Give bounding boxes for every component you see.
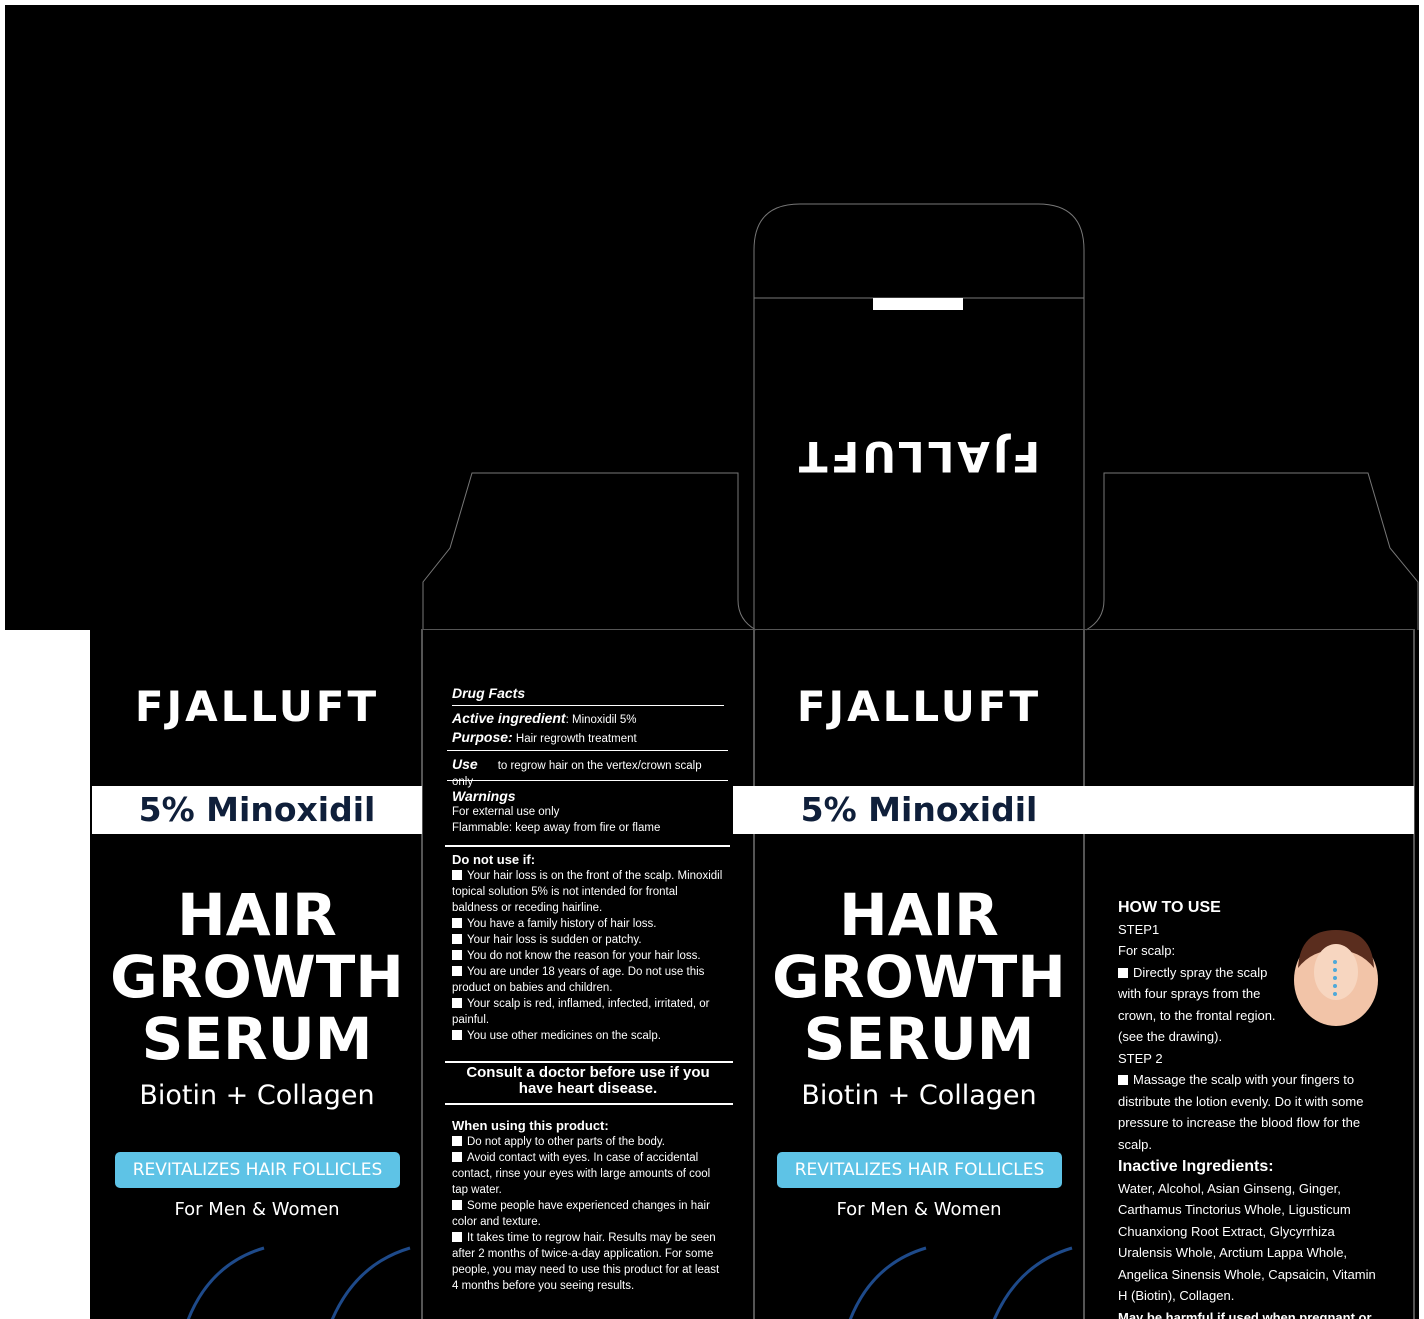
- list-item: You have a family history of hair loss.: [452, 916, 724, 932]
- active-ingredient-label: Active ingredient: [452, 710, 566, 726]
- warnings-line: Flammable: keep away from fire or flame: [452, 822, 661, 834]
- list-item: Your hair loss is on the front of the sc…: [452, 870, 723, 914]
- strength-label: 5% Minoxidil: [138, 790, 376, 829]
- checkbox-icon: [1118, 967, 1128, 978]
- step1-text: Directly spray the scalp with four spray…: [1118, 964, 1276, 1044]
- use-row: Use to regrow hair on the vertex/crown sc…: [452, 756, 724, 790]
- inactive-ingredients-text: Water, Alcohol, Asian Ginseng, Ginger, C…: [1118, 1180, 1376, 1304]
- product-title-line2: GROWTH: [110, 943, 404, 1011]
- audience-label: For Men & Women: [174, 1199, 340, 1220]
- drug-facts-rule: [452, 705, 724, 706]
- do-not-use-block: Do not use if: Your hair loss is on the …: [452, 852, 724, 1044]
- warnings-label: Warnings: [452, 788, 516, 804]
- active-ingredient: Active ingredient: Minoxidil 5%: [452, 710, 724, 728]
- when-using-block: When using this product: Do not apply to…: [452, 1118, 724, 1294]
- how-to-use-title: HOW TO USE: [1118, 899, 1221, 916]
- active-ingredient-value: : Minoxidil 5%: [565, 714, 637, 726]
- flipped-logo: FJALLUFT: [795, 432, 1041, 481]
- brand-logo: FJALLUFT: [796, 682, 1042, 731]
- list-item: You use other medicines on the scalp.: [452, 1028, 724, 1044]
- benefit-badge: REVITALIZES HAIR FOLLICLES: [115, 1152, 400, 1188]
- hair-swoosh-graphic: [848, 1246, 1073, 1319]
- product-title-line3: SERUM: [141, 1005, 373, 1073]
- right-dust-flap: [1085, 472, 1419, 631]
- checkbox-icon: [1118, 1075, 1128, 1085]
- drug-facts-rule: [447, 780, 728, 781]
- when-using-label: When using this product:: [452, 1118, 609, 1133]
- use-value: to regrow hair on the vertex/crown scalp…: [452, 760, 702, 788]
- purpose: Purpose: Hair regrowth treatment: [452, 729, 724, 747]
- checkbox-icon: [452, 966, 462, 976]
- checkbox-icon: [452, 1152, 462, 1162]
- use-label: Use: [452, 756, 478, 772]
- checkbox-icon: [452, 950, 462, 960]
- list-item: It takes time to regrow hair. Results ma…: [452, 1232, 720, 1292]
- hair-swoosh-graphic: [186, 1246, 411, 1319]
- inactive-ingredients: Inactive Ingredients: Water, Alcohol, As…: [1118, 1156, 1388, 1307]
- drug-facts-rule: [445, 845, 730, 847]
- drug-facts-rule: [445, 1061, 733, 1063]
- left-dust-flap: [422, 472, 757, 631]
- do-not-use-label: Do not use if:: [452, 852, 536, 867]
- audience-label: For Men & Women: [836, 1199, 1002, 1220]
- product-title-line2: GROWTH: [772, 943, 1066, 1011]
- strength-label: 5% Minoxidil: [800, 790, 1038, 829]
- drug-facts-rule: [445, 1103, 733, 1105]
- inactive-ingredients-label: Inactive Ingredients:: [1118, 1158, 1274, 1175]
- panel-fold-line: [1413, 630, 1415, 1319]
- product-subtitle: Biotin + Collagen: [139, 1080, 375, 1111]
- checkbox-icon: [452, 1030, 462, 1040]
- list-item: You are under 18 years of age. Do not us…: [452, 966, 705, 994]
- step2-text: Massage the scalp with your fingers to d…: [1118, 1072, 1364, 1152]
- warnings-line: For external use only: [452, 806, 560, 818]
- scalp-drawing-icon: [1294, 930, 1378, 1026]
- checkbox-icon: [452, 998, 462, 1008]
- pregnancy-warning: May be harmful if used when pregnant or: [1118, 1310, 1372, 1319]
- drug-facts-header: Drug Facts: [452, 685, 526, 701]
- brand-logo: FJALLUFT: [134, 682, 380, 731]
- product-title-line1: HAIR: [177, 881, 337, 949]
- checkbox-icon: [452, 1232, 462, 1242]
- list-item: Your scalp is red, inflamed, infected, i…: [452, 998, 710, 1026]
- drug-facts-rule: [447, 750, 728, 751]
- checkbox-icon: [452, 870, 462, 880]
- list-item: You do not know the reason for your hair…: [452, 948, 724, 964]
- checkbox-icon: [452, 934, 462, 944]
- top-fold-line: [421, 629, 1415, 630]
- list-item: Some people have experienced changes in …: [452, 1200, 710, 1228]
- purpose-value: Hair regrowth treatment: [512, 733, 637, 745]
- checkbox-icon: [452, 1136, 462, 1146]
- product-title-line3: SERUM: [803, 1005, 1035, 1073]
- list-item: Your hair loss is sudden or patchy.: [452, 932, 724, 948]
- checkbox-icon: [452, 1200, 462, 1210]
- checkbox-icon: [452, 918, 462, 928]
- warnings-block: Warnings For external use only Flammable…: [452, 788, 724, 836]
- consult-warning: Consult a doctor before use if you have …: [466, 1064, 710, 1097]
- list-item: Do not apply to other parts of the body.: [452, 1134, 724, 1150]
- product-subtitle: Biotin + Collagen: [801, 1080, 1037, 1111]
- top-tuck-flap: [753, 203, 1085, 630]
- list-item: Avoid contact with eyes. In case of acci…: [452, 1152, 711, 1196]
- panel-fold-line: [1083, 630, 1085, 1319]
- purpose-label: Purpose:: [452, 729, 513, 745]
- margin-strip: [0, 630, 90, 1319]
- product-title-line1: HAIR: [839, 881, 999, 949]
- benefit-badge: REVITALIZES HAIR FOLLICLES: [777, 1152, 1062, 1188]
- step2-label: STEP 2: [1118, 1050, 1163, 1066]
